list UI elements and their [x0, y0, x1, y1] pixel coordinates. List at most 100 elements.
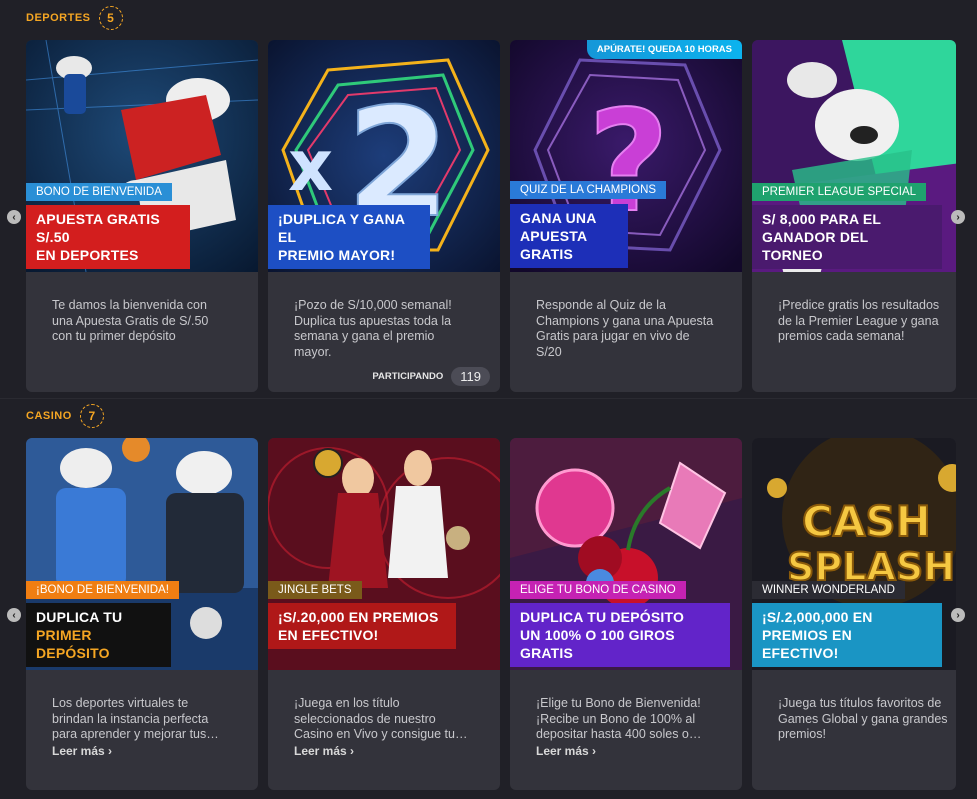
- promo-description: Te damos la bienvenida con una Apuesta G…: [52, 298, 237, 345]
- headline-line-2: GANADOR DEL TORNEO: [762, 229, 869, 263]
- count-badge-casino: 7: [79, 404, 104, 428]
- participating-count: 119: [451, 367, 490, 386]
- headline-line-1: ¡DUPLICA Y GANA EL: [278, 211, 405, 245]
- headline-line-2: PREMIO MAYOR!: [278, 247, 396, 263]
- description-line: para aprender y mejorar tus…: [52, 727, 219, 741]
- chevron-right-icon: ›: [956, 609, 960, 621]
- promo-category-label: PREMIER LEAGUE SPECIAL: [752, 183, 927, 201]
- chevron-right-icon: ›: [956, 211, 960, 223]
- section-title-deportes: Deportes: [26, 12, 91, 24]
- description-line: ¡Predice gratis los resultados: [778, 298, 940, 312]
- promo-category-label: ¡BONO DE BIENVENIDA!: [26, 581, 179, 599]
- section-header-casino: Casino 7: [26, 404, 104, 428]
- promo-row-deportes: BONO DE BIENVENIDA APUESTA GRATIS S/.50 …: [26, 40, 956, 392]
- promo-card-elige-bono-casino[interactable]: ELIGE TU BONO DE CASINO DUPLICA TU DEPÓS…: [510, 438, 742, 790]
- section-header-deportes: Deportes 5: [26, 6, 123, 30]
- promo-image: ¡BONO DE BIENVENIDA! DUPLICA TU PRIMER D…: [26, 438, 258, 670]
- section-title-casino: Casino: [26, 410, 72, 422]
- read-more-link[interactable]: Leer más ›: [536, 744, 596, 758]
- headline-line-2: UN 100% O 100 GIROS GRATIS: [520, 627, 675, 661]
- description-line: premios cada semana!: [778, 329, 905, 343]
- promo-headline: ¡S/.2,000,000 EN PREMIOS EN EFECTIVO!: [752, 603, 942, 667]
- promo-card-casino-bono-bienvenida[interactable]: ¡BONO DE BIENVENIDA! DUPLICA TU PRIMER D…: [26, 438, 258, 790]
- promo-description: ¡Juega tus títulos favoritos de Games Gl…: [778, 696, 956, 743]
- promo-category-label: WINNER WONDERLAND: [752, 581, 905, 599]
- chevron-left-icon: ‹: [12, 211, 16, 223]
- promo-image: BONO DE BIENVENIDA APUESTA GRATIS S/.50 …: [26, 40, 258, 272]
- description-line: Duplica tus apuestas toda la: [294, 313, 452, 328]
- promo-image: CASH SPLASH WINNER WONDERLAND ¡S/.2,000,…: [752, 438, 956, 670]
- chevron-left-icon: ‹: [12, 609, 16, 621]
- urgency-badge: APÚRATE! QUEDA 10 HORAS: [586, 40, 742, 59]
- headline-line-1: GANA UNA: [520, 210, 597, 226]
- section-divider: [0, 398, 977, 399]
- promo-headline: APUESTA GRATIS S/.50 EN DEPORTES: [26, 205, 190, 269]
- description-line: ¡Juega tus títulos favoritos de: [778, 696, 942, 710]
- cash-text: CASH: [802, 497, 931, 546]
- headline-line-1: DUPLICA TU DEPÓSITO: [520, 609, 685, 625]
- promo-card-jingle-bets[interactable]: JINGLE BETS ¡S/.20,000 EN PREMIOS EN EFE…: [268, 438, 500, 790]
- promo-category-label: ELIGE TU BONO DE CASINO: [510, 581, 686, 599]
- description-line: una Apuesta Gratis de S/.50: [52, 313, 209, 328]
- description-line: Casino en Vivo y consigue tu…: [294, 727, 468, 741]
- carousel-prev-deportes-button[interactable]: ‹: [7, 210, 21, 224]
- participating-indicator: PARTICIPANDO 119: [372, 367, 490, 386]
- description-line: Champions y gana una Apuesta: [536, 313, 714, 328]
- description-line: premios!: [778, 727, 826, 741]
- promo-card-premier-league[interactable]: PREMIER LEAGUE SPECIAL S/ 8,000 PARA EL …: [752, 40, 956, 392]
- promo-card-bono-bienvenida-deportes[interactable]: BONO DE BIENVENIDA APUESTA GRATIS S/.50 …: [26, 40, 258, 392]
- description-line: de la Premier League y gana: [778, 313, 939, 328]
- description-line: seleccionados de nuestro: [294, 711, 436, 726]
- promo-card-winner-wonderland[interactable]: CASH SPLASH WINNER WONDERLAND ¡S/.2,000,…: [752, 438, 956, 790]
- promo-description: ¡Predice gratis los resultados de la Pre…: [778, 298, 956, 345]
- headline-line-2: EN EFECTIVO!: [278, 627, 379, 643]
- description-line: Gratis para jugar en vivo de: [536, 329, 690, 343]
- carousel-next-casino-button[interactable]: ›: [951, 608, 965, 622]
- participating-label: PARTICIPANDO: [372, 371, 444, 382]
- promo-card-duplica-gana[interactable]: x 2 ¡DUPLICA Y GANA EL PREMIO MAYOR! ¡Po…: [268, 40, 500, 392]
- description-line: depositar hasta 400 soles o…: [536, 727, 702, 741]
- headline-line-2: EN DEPORTES: [36, 247, 139, 263]
- promo-description: ¡Juega en los título seleccionados de nu…: [294, 696, 479, 743]
- description-line: S/20: [536, 344, 562, 359]
- description-line: Games Global y gana grandes: [778, 711, 948, 726]
- headline-line-2: PRIMER DEPÓSITO: [36, 627, 110, 661]
- headline-line-1: S/ 8,000 PARA EL: [762, 211, 882, 227]
- promo-headline: S/ 8,000 PARA EL GANADOR DEL TORNEO: [752, 205, 942, 269]
- headline-line-2: APUESTA GRATIS: [520, 228, 587, 262]
- headline-line-1: ¡S/.20,000 EN PREMIOS: [278, 609, 439, 625]
- promo-headline: DUPLICA TU DEPÓSITO UN 100% O 100 GIROS …: [510, 603, 730, 667]
- promotions-page: Deportes 5 BONO DE BIENVENIDA: [0, 0, 977, 799]
- count-badge-deportes: 5: [98, 6, 123, 30]
- description-line: Responde al Quiz de la: [536, 298, 666, 312]
- promo-category-label: JINGLE BETS: [268, 581, 362, 599]
- promo-description: Responde al Quiz de la Champions y gana …: [536, 298, 721, 360]
- x2-letter-text: x: [288, 125, 333, 207]
- promo-headline: GANA UNA APUESTA GRATIS: [510, 204, 628, 268]
- promo-category-label: QUIZ DE LA CHAMPIONS: [510, 181, 667, 199]
- promo-image: x 2 ¡DUPLICA Y GANA EL PREMIO MAYOR!: [268, 40, 500, 272]
- read-more-link[interactable]: Leer más ›: [52, 744, 112, 758]
- promo-card-quiz-champions[interactable]: ? APÚRATE! QUEDA 10 HORAS QUIZ DE LA CHA…: [510, 40, 742, 392]
- headline-line-1: DUPLICA TU: [36, 609, 123, 625]
- promo-description: ¡Elige tu Bono de Bienvenida! ¡Recibe un…: [536, 696, 721, 743]
- read-more-link[interactable]: Leer más ›: [294, 744, 354, 758]
- headline-line-1: APUESTA GRATIS S/.50: [36, 211, 160, 245]
- description-line: Te damos la bienvenida con: [52, 298, 207, 312]
- headline-line-2: PREMIOS EN EFECTIVO!: [762, 627, 852, 661]
- promo-headline: DUPLICA TU PRIMER DEPÓSITO: [26, 603, 171, 667]
- description-line: Los deportes virtuales te: [52, 696, 189, 710]
- description-line: ¡Elige tu Bono de Bienvenida!: [536, 696, 701, 710]
- description-line: mayor.: [294, 344, 332, 359]
- carousel-prev-casino-button[interactable]: ‹: [7, 608, 21, 622]
- description-line: ¡Pozo de S/10,000 semanal!: [294, 298, 452, 312]
- promo-headline: ¡DUPLICA Y GANA EL PREMIO MAYOR!: [268, 205, 430, 269]
- description-line: ¡Recibe un Bono de 100% al: [536, 711, 696, 726]
- promo-category-label: BONO DE BIENVENIDA: [26, 183, 172, 201]
- description-line: ¡Juega en los título: [294, 696, 400, 710]
- headline-line-1: ¡S/.2,000,000 EN: [762, 609, 873, 625]
- carousel-next-deportes-button[interactable]: ›: [951, 210, 965, 224]
- promo-image: JINGLE BETS ¡S/.20,000 EN PREMIOS EN EFE…: [268, 438, 500, 670]
- promo-image: PREMIER LEAGUE SPECIAL S/ 8,000 PARA EL …: [752, 40, 956, 272]
- promo-description: Los deportes virtuales te brindan la ins…: [52, 696, 237, 743]
